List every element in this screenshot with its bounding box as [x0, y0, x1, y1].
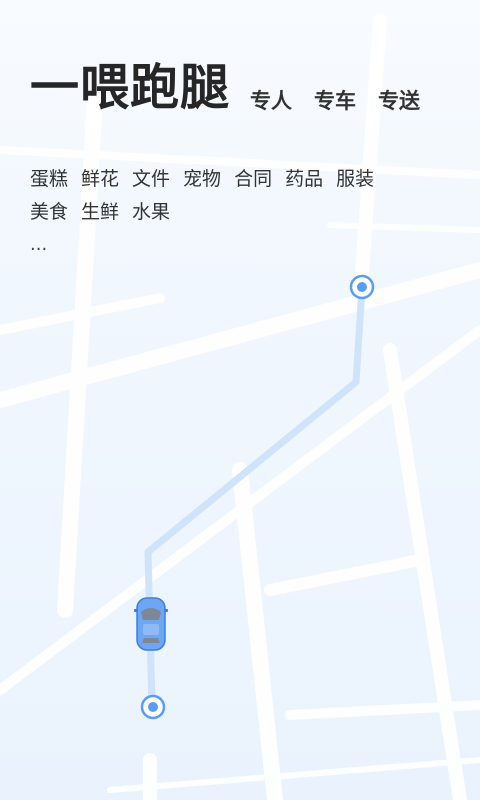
category-item: 合同 — [234, 168, 273, 190]
service-tag-zhuanren: 专人 — [250, 89, 293, 113]
category-item: 生鲜 — [81, 201, 120, 223]
category-item: 文件 — [132, 168, 171, 190]
header: 一喂跑腿 专人 专车 专送 — [30, 58, 420, 118]
service-tag-zhuanche: 专车 — [314, 89, 357, 113]
category-list: 蛋糕 鲜花 文件 宠物 合同 药品 服装 美食 生鲜 水果 — [30, 163, 430, 229]
car-icon — [134, 597, 168, 651]
category-item: 蛋糕 — [30, 168, 69, 190]
origin-marker-icon — [140, 694, 166, 720]
category-item: 美食 — [30, 201, 69, 223]
map-background — [0, 0, 480, 800]
category-item: 宠物 — [183, 168, 222, 190]
destination-marker-icon — [349, 274, 375, 300]
app-title: 一喂跑腿 — [30, 59, 231, 116]
category-item: 服装 — [336, 168, 375, 190]
service-tag-zhuansong: 专送 — [378, 89, 421, 113]
category-item: 药品 — [285, 168, 324, 190]
category-item: 水果 — [132, 201, 171, 223]
category-item: 鲜花 — [81, 168, 120, 190]
more-indicator: ... — [30, 234, 48, 255]
service-tags: 专人 专车 专送 — [250, 86, 420, 118]
